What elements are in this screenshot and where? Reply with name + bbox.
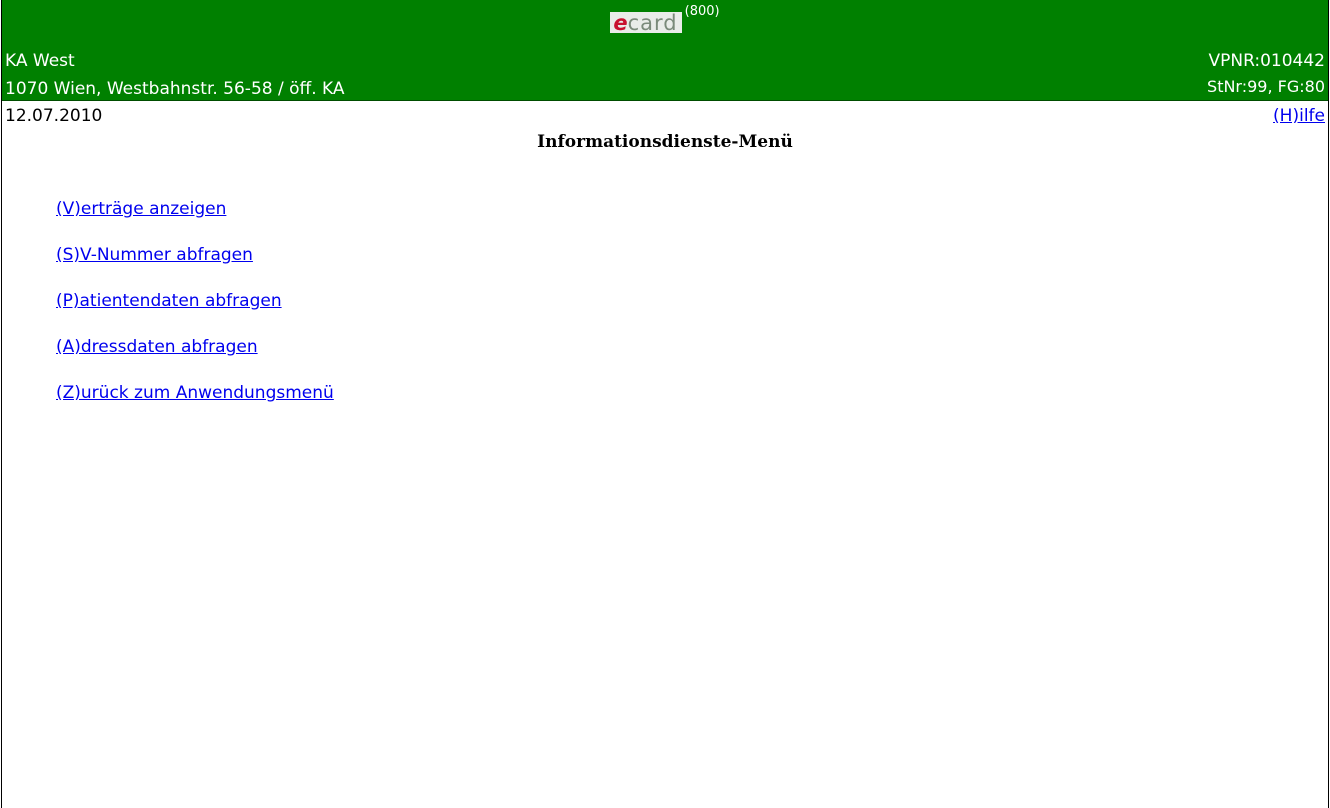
current-date: 12.07.2010 [5, 106, 103, 126]
sub-header: 12.07.2010 (H)ilfe [2, 101, 1328, 129]
menu-link-vertraege-anzeigen[interactable]: (V)erträge anzeigen [56, 199, 226, 219]
header-bar: ecard (800) KA West 1070 Wien, Westbahnst… [2, 0, 1328, 101]
organization-name: KA West [5, 51, 75, 71]
logo-area: ecard (800) [2, 4, 1328, 35]
vpnr-number: VPNR:010442 [1208, 51, 1325, 71]
screen-code: (800) [684, 4, 720, 19]
app-frame: ecard (800) KA West 1070 Wien, Westbahnst… [1, 0, 1329, 808]
menu-item-vertraege: (V)erträge anzeigen [56, 199, 334, 245]
logo-suffix: card [627, 11, 678, 35]
logo-prefix: e [613, 11, 628, 35]
menu-item-zurueck: (Z)urück zum Anwendungsmenü [56, 383, 334, 429]
menu-item-adressdaten: (A)dressdaten abfragen [56, 337, 334, 383]
menu-item-patientendaten: (P)atientendaten abfragen [56, 291, 334, 337]
ecard-logo: ecard [610, 11, 682, 35]
page-title: Informationsdienste-Menü [537, 132, 793, 152]
organization-address: 1070 Wien, Westbahnstr. 56-58 / öff. KA [5, 79, 345, 99]
menu-item-sv-nummer: (S)V-Nummer abfragen [56, 245, 334, 291]
menu-link-sv-nummer-abfragen[interactable]: (S)V-Nummer abfragen [56, 245, 253, 265]
menu-link-zurueck-anwendungsmenue[interactable]: (Z)urück zum Anwendungsmenü [56, 383, 334, 403]
stnr-fg: StNr:99, FG:80 [1207, 77, 1325, 96]
help-link[interactable]: (H)ilfe [1273, 106, 1325, 126]
menu-link-patientendaten-abfragen[interactable]: (P)atientendaten abfragen [56, 291, 282, 311]
info-services-menu: (V)erträge anzeigen (S)V-Nummer abfragen… [56, 199, 334, 429]
menu-link-adressdaten-abfragen[interactable]: (A)dressdaten abfragen [56, 337, 258, 357]
